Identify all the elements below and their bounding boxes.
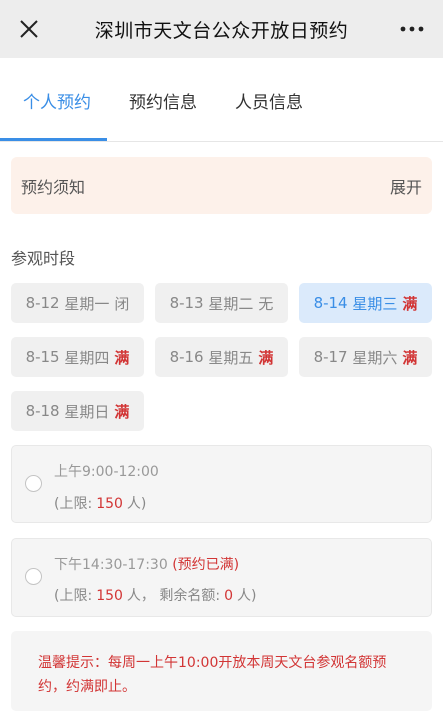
chip-status: 满: [402, 348, 418, 367]
title-bar: 深圳市天文台公众开放日预约: [0, 0, 443, 58]
chip-date: 8-14: [313, 294, 348, 312]
booking-notice[interactable]: 预约须知 展开: [11, 157, 432, 214]
limit-value: 150: [96, 588, 123, 604]
chip-weekday: 星期日: [64, 402, 110, 421]
limit-unit: 人: [126, 496, 141, 512]
limit-unit: 人，: [126, 588, 155, 604]
date-chip[interactable]: 8-16 星期五满: [155, 337, 288, 377]
chip-weekday: 星期四: [64, 348, 110, 367]
limit-prefix: (上限:: [54, 496, 93, 512]
chip-status: 无: [258, 294, 274, 313]
chip-status: 满: [114, 348, 130, 367]
limit-suffix: ): [140, 496, 147, 512]
chip-weekday: 星期六: [352, 348, 398, 367]
date-chip[interactable]: 8-18 星期日满: [11, 391, 144, 431]
date-chip[interactable]: 8-15 星期四满: [11, 337, 144, 377]
remaining-value: 0: [224, 588, 234, 604]
date-chip[interactable]: 8-12 星期一闭: [11, 283, 144, 323]
chip-status: 闭: [114, 294, 130, 313]
active-tab-indicator: [0, 138, 107, 141]
date-chip[interactable]: 8-13 星期二无: [155, 283, 288, 323]
slot-limit: (上限: 150 人， 剩余名额: 0 人): [54, 585, 256, 605]
close-icon[interactable]: [12, 12, 46, 46]
limit-suffix: ): [251, 588, 257, 604]
expand-button[interactable]: 展开: [390, 174, 422, 198]
limit-value: 150: [96, 496, 123, 512]
chip-status: 满: [258, 348, 274, 367]
chip-status: 满: [402, 294, 418, 313]
radio-button[interactable]: [25, 568, 42, 585]
chip-status: 满: [114, 402, 130, 421]
warm-tip: 温馨提示：每周一上午10:00开放本周天文台参观名额预约，约满即止。: [11, 631, 432, 711]
chip-date: 8-16: [169, 348, 204, 366]
limit-prefix: (上限:: [54, 588, 93, 604]
remaining-label: 剩余名额:: [159, 588, 221, 604]
chip-weekday: 星期三: [352, 294, 398, 313]
slot-time-text: 上午9:00-12:00: [54, 464, 159, 480]
chip-weekday: 星期二: [208, 294, 254, 313]
date-chip[interactable]: 8-17 星期六满: [299, 337, 432, 377]
radio-button[interactable]: [25, 475, 42, 492]
chip-date: 8-18: [25, 402, 60, 420]
chip-date: 8-13: [169, 294, 204, 312]
slot-time: 下午14:30-17:30 (预约已满): [54, 554, 239, 574]
time-slot-afternoon[interactable]: 下午14:30-17:30 (预约已满) (上限: 150 人， 剩余名额: 0 人): [11, 538, 432, 617]
slot-limit: (上限: 150 人): [54, 493, 146, 513]
notice-label: 预约须知: [21, 177, 86, 197]
tab-personal-booking[interactable]: 个人预约: [23, 88, 91, 113]
page-title: 深圳市天文台公众开放日预约: [94, 19, 349, 42]
date-chip-selected[interactable]: 8-14 星期三满: [299, 283, 432, 323]
tab-booking-info[interactable]: 预约信息: [129, 88, 197, 113]
slot-time-text: 下午14:30-17:30: [54, 557, 168, 573]
chip-weekday: 星期五: [208, 348, 254, 367]
slot-time: 上午9:00-12:00: [54, 461, 159, 481]
tab-person-info[interactable]: 人员信息: [235, 88, 303, 113]
slot-full-tag: (预约已满): [172, 557, 240, 573]
chip-weekday: 星期一: [64, 294, 110, 313]
more-icon[interactable]: [395, 12, 429, 46]
tab-bar: 个人预约 预约信息 人员信息: [0, 58, 443, 142]
chip-date: 8-12: [25, 294, 60, 312]
chip-date: 8-17: [313, 348, 348, 366]
chip-date: 8-15: [25, 348, 60, 366]
time-slot-morning[interactable]: 上午9:00-12:00 (上限: 150 人): [11, 445, 432, 523]
remaining-unit: 人: [237, 588, 252, 604]
visit-period-label: 参观时段: [11, 249, 76, 268]
